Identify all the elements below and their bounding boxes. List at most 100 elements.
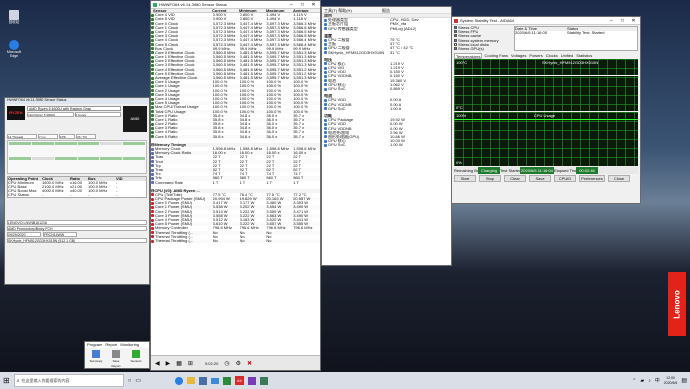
save-button[interactable]: Save	[529, 175, 551, 183]
network-tray-icon[interactable]: ▰	[640, 378, 644, 384]
ime-indicator[interactable]: 中	[655, 377, 660, 384]
sensor-group-cpu: Core 4 VID 0.900 V 0.800 V 1.494 V 1.119 V Co…	[151, 13, 320, 139]
settings-icon[interactable]: ⚙	[236, 360, 241, 367]
task-view-icon[interactable]: ▭	[135, 377, 141, 384]
chevron-up-icon[interactable]: ⌃	[632, 378, 636, 384]
volume-tray-icon[interactable]: ♪	[648, 378, 651, 384]
stability-minimize-button[interactable]: –	[607, 17, 616, 25]
col-sensor[interactable]: Sensor	[151, 9, 212, 12]
col-current[interactable]: Current	[212, 9, 239, 12]
op-row: CPU Status - - - -	[8, 193, 118, 198]
sensor-icon	[151, 22, 154, 26]
amd-radeon-logo-icon: AMD	[123, 106, 147, 132]
clear-button[interactable]: Clear	[504, 175, 526, 183]
sensor-icon	[151, 72, 154, 76]
sensor-cell	[293, 239, 320, 243]
aida-sensor-value: 0.869 V	[390, 87, 404, 91]
aida-sensor-row[interactable]: GPU 传感器类型 PMLog (ADL2)	[324, 27, 451, 31]
sensor-icon	[151, 26, 154, 30]
usage-top-label: 100%	[456, 113, 467, 119]
aida-menubar: 工具(T) 帮助(H) 报告	[322, 7, 451, 14]
sensor-icon	[151, 168, 154, 172]
ryzen-logo-icon: RYZEN	[7, 106, 25, 120]
col-minimum[interactable]: Minimum	[239, 9, 266, 12]
menu-monitoring[interactable]: Monitoring	[120, 342, 139, 348]
taskbar: ⊞ ⌕ 在这里输入你要搜索的内容 ○ ▭ 64 ⌃ ▰ ♪ 中 12:00 20…	[0, 372, 690, 389]
elapsed-time: 00:02:46	[576, 167, 598, 175]
preferences-button[interactable]: Preferences	[579, 175, 605, 183]
sensor-icon	[324, 18, 327, 22]
taskbar-clock[interactable]: 12:00 2020/6/6	[664, 376, 678, 385]
aida-sensor-row[interactable]: SKHynix_HFM512GD3HX015N 31 °C	[324, 51, 451, 55]
taskbar-search-box[interactable]: ⌕ 在这里输入你要搜索的内容	[13, 374, 124, 387]
menu-program[interactable]: Program	[87, 342, 102, 348]
sensor-icon	[151, 89, 154, 93]
edge-label: Microsoft Edge	[6, 50, 22, 58]
hwinfo-taskbar-icon[interactable]	[223, 376, 231, 385]
sensor-cell: No	[212, 238, 218, 243]
stability-maximize-button[interactable]: □	[618, 17, 627, 25]
layout-icon[interactable]: ▦	[176, 360, 182, 367]
sensors-tool[interactable]: Sensors	[128, 350, 144, 368]
desktop-icon-recycle-bin[interactable]: 回收站	[3, 10, 25, 25]
sensor-row[interactable]: Command Rate 1 T 1 T 1 T 1 T	[151, 181, 320, 185]
minimize-button[interactable]: –	[287, 1, 296, 9]
edge-taskbar-icon[interactable]	[175, 376, 183, 385]
aida-sensor-row[interactable]: GPU SoC 0.869 V	[324, 87, 451, 91]
col-average[interactable]: Average	[293, 9, 320, 12]
stop-button[interactable]: Stop	[479, 175, 501, 183]
start-button[interactable]: Start	[454, 175, 476, 183]
store-taskbar-icon[interactable]	[199, 376, 207, 385]
sensor-icon	[151, 147, 154, 151]
monitor-taskbar-icon[interactable]	[260, 376, 268, 385]
graph-top-label: 100°C	[456, 60, 468, 66]
sensor-icon	[151, 226, 154, 230]
close-sensor-icon[interactable]: ✖	[247, 360, 252, 367]
sensor-icon	[324, 79, 327, 83]
stress-gpu-check[interactable]: Stress GPU(s)	[454, 46, 512, 51]
col-maximum[interactable]: Maximum	[266, 9, 293, 12]
network-icon[interactable]: ⊞	[188, 360, 193, 367]
close-button[interactable]: ✕	[309, 1, 318, 9]
close-stability-button[interactable]: Close	[608, 175, 630, 183]
sensor-icon	[151, 97, 154, 101]
sensor-cell: Thermal Throttling (...	[155, 238, 194, 243]
sensor-icon	[151, 135, 154, 139]
aida-menu[interactable]: 工具(T) 帮助(H)	[322, 7, 382, 13]
windows-start-icon[interactable]: ⊞	[3, 376, 10, 385]
aida64-taskbar-icon[interactable]: 64	[235, 376, 244, 385]
cpuid-button[interactable]: CPUID	[554, 175, 576, 183]
sensor-icon	[151, 206, 154, 210]
clock-icon[interactable]: ◷	[224, 360, 229, 367]
arrow-right-icon[interactable]: ▶	[166, 360, 171, 367]
sensor-icon	[324, 66, 327, 70]
maximize-button[interactable]: □	[298, 1, 307, 9]
field-4: FP6	[59, 134, 75, 139]
sensor-icon	[151, 118, 154, 122]
sensor-cell: Core 5 Ratio	[155, 134, 178, 139]
desktop-icon-edge[interactable]: Microsoft Edge	[3, 40, 25, 58]
save-report-tool[interactable]: Save Report	[108, 350, 124, 368]
sensor-row[interactable]: Core 5 Ratio 35.8 x 34.8 x 36.0 x 35.7 x	[151, 134, 320, 139]
aida-sensor-row[interactable]: GPU SoC 1.00 W	[324, 143, 451, 147]
cpuz-taskbar-icon[interactable]	[248, 376, 256, 385]
sensor-icon	[151, 176, 154, 180]
sensor-icon	[151, 114, 154, 118]
sensor-icon	[151, 218, 154, 222]
cortana-icon[interactable]: ○	[128, 378, 132, 384]
notification-icon[interactable]: ▤	[681, 377, 690, 384]
sensor-icon	[151, 59, 154, 63]
menu-report[interactable]: Report	[105, 342, 117, 348]
aida-sensor-value: 1.00 A	[390, 106, 402, 111]
stability-close-button[interactable]: ✕	[629, 17, 638, 25]
aida64-main-window: 工具(T) 帮助(H) 报告 项目 处理器类型 CPU, HDD, Dev 主板芯片…	[321, 6, 452, 266]
sensor-icon	[151, 30, 154, 34]
explorer-taskbar-icon[interactable]	[187, 377, 195, 384]
mail-taskbar-icon[interactable]	[211, 377, 219, 384]
summary-tool[interactable]: Summary	[88, 350, 104, 368]
sensor-row[interactable]: Thermal Throttling (... No No No	[151, 238, 320, 244]
sensor-icon	[324, 83, 327, 87]
aida-report-button[interactable]: 报告	[382, 7, 390, 13]
arrow-left-icon[interactable]: ◀	[155, 360, 160, 367]
aida-sensor-row[interactable]: GPU SoC 1.00 A	[324, 107, 451, 111]
